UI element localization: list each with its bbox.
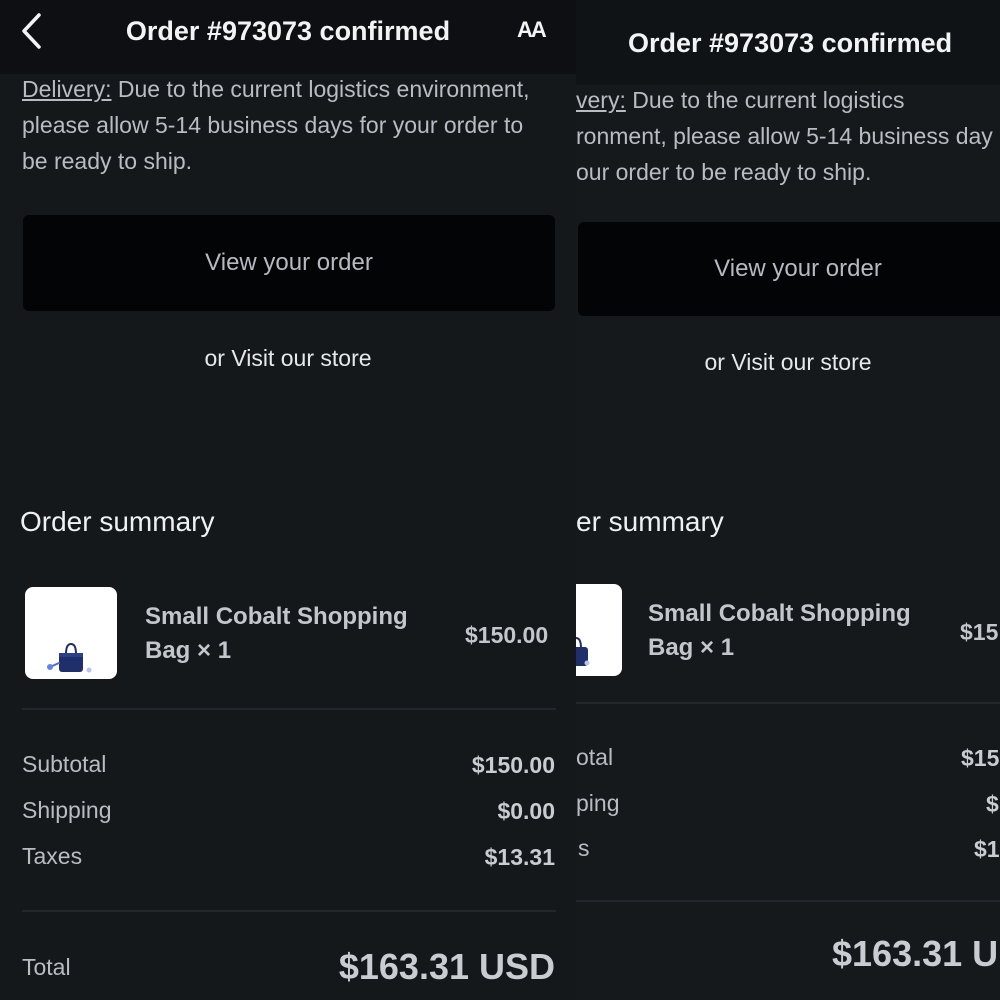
shipping-label: ping: [576, 790, 620, 816]
page-title: Order #973073 confirmed: [125, 16, 451, 46]
delivery-line-3: our order to be ready to ship.: [576, 159, 872, 185]
shipping-value: $0.00: [497, 798, 555, 824]
delivery-line-1: very: Due to the current logistics: [576, 87, 905, 113]
divider: [576, 702, 1000, 704]
item-name-line1: Small Cobalt Shopping: [145, 603, 408, 630]
order-summary-heading: er summary: [576, 506, 724, 537]
delivery-line-2: ronment, please allow 5-14 business day: [576, 123, 993, 149]
order-summary-heading: Order summary: [20, 506, 215, 537]
item-name-line1: Small Cobalt Shopping: [648, 600, 911, 627]
divider: [576, 900, 1000, 902]
delivery-notice: Delivery: Due to the current logistics e…: [22, 71, 552, 179]
shipping-label: Shipping: [22, 797, 112, 823]
taxes-value: $13.31: [484, 844, 555, 870]
taxes-label: Taxes: [22, 843, 83, 869]
taxes-value: $1: [974, 836, 1000, 862]
handbag-image: [47, 642, 92, 673]
divider: [22, 708, 556, 710]
left-panel: Order #973073 confirmed AA Delivery: Due…: [0, 0, 576, 1000]
total-value: $163.31 USD: [338, 946, 555, 987]
subtotal-label: otal: [576, 744, 614, 770]
product-thumbnail[interactable]: [25, 587, 117, 679]
total-label: Total: [22, 954, 71, 980]
item-name-line2: Bag × 1: [648, 634, 735, 661]
divider: [22, 910, 556, 912]
visit-store-link[interactable]: or Visit our store: [576, 349, 1000, 376]
delivery-notice: very: Due to the current logistics ronme…: [576, 82, 1000, 190]
delivery-label: very:: [576, 87, 626, 113]
subtotal-value: $150.00: [471, 752, 555, 778]
top-bar: Order #973073 confirmed: [576, 0, 1000, 85]
item-name: Small Cobalt Shopping Bag × 1: [145, 600, 445, 668]
subtotal-value: $15: [961, 745, 1000, 771]
text-size-icon[interactable]: AA: [517, 17, 547, 43]
subtotal-label: Subtotal: [22, 751, 107, 777]
right-panel: Order #973073 confirmed very: Due to the…: [576, 0, 1000, 1000]
product-thumbnail[interactable]: [576, 584, 622, 676]
taxes-label: s: [578, 835, 590, 861]
handbag-image: [576, 636, 590, 666]
item-name: Small Cobalt Shopping Bag × 1: [648, 597, 948, 665]
page-title: Order #973073 confirmed: [628, 28, 953, 58]
delivery-label: Delivery:: [22, 76, 112, 102]
shipping-value: $: [986, 791, 999, 817]
view-order-button[interactable]: View your order: [23, 215, 555, 311]
item-price: $150.00: [465, 622, 549, 648]
item-name-line2: Bag × 1: [145, 637, 232, 664]
total-value: $163.31 U: [832, 933, 999, 974]
view-order-button[interactable]: View your order: [578, 222, 1000, 316]
item-price: $15: [960, 619, 999, 645]
visit-store-link[interactable]: or Visit our store: [0, 345, 576, 372]
top-bar: Order #973073 confirmed AA: [0, 0, 576, 74]
